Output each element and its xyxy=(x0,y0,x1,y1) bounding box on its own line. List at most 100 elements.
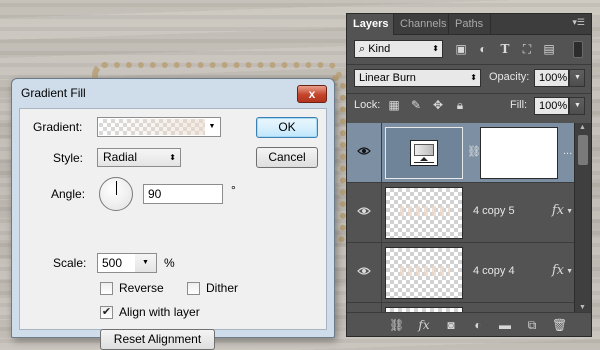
reset-alignment-button[interactable]: Reset Alignment xyxy=(100,329,215,350)
gradient-fill-icon xyxy=(410,140,438,166)
separator xyxy=(381,303,382,312)
dither-label: Dither xyxy=(206,281,239,295)
scroll-thumb[interactable] xyxy=(578,135,588,165)
fx-icon[interactable]: fx xyxy=(552,263,564,278)
lock-all-icon[interactable]: 🔒︎ xyxy=(453,98,467,112)
dialog-body: Gradient: ▼ OK Cancel Style: Radial ⬍ An… xyxy=(19,108,327,350)
filter-toggle[interactable] xyxy=(573,41,583,58)
style-select[interactable]: Radial ⬍ xyxy=(97,148,181,167)
filter-kind-select[interactable]: ⌕ Kind ⬍ xyxy=(354,40,443,58)
eye-icon[interactable] xyxy=(357,206,371,216)
chevron-down-icon[interactable]: ▼ xyxy=(135,253,157,273)
layer-row[interactable] xyxy=(347,303,574,312)
blend-mode-value: Linear Burn xyxy=(359,72,416,84)
fill-input[interactable]: 100% xyxy=(534,97,569,115)
chevron-down-icon[interactable]: ▼ xyxy=(205,119,219,135)
angle-dial[interactable] xyxy=(99,177,133,211)
separator xyxy=(381,123,382,182)
lock-image-icon[interactable]: ✎ xyxy=(409,98,423,112)
style-value: Radial xyxy=(103,150,138,164)
pixel-filter-icon[interactable]: ▣ xyxy=(454,42,468,56)
cancel-button[interactable]: Cancel xyxy=(256,147,318,168)
close-button[interactable]: x xyxy=(297,85,327,103)
panel-footer: ⛓ fx ◙ ◐ ▬ ⧉ 🗑︎ xyxy=(347,312,591,336)
trash-icon[interactable]: 🗑︎ xyxy=(552,318,567,332)
gradient-label: Gradient: xyxy=(33,120,83,134)
scroll-down-icon[interactable]: ▼ xyxy=(579,304,586,311)
angle-label: Angle: xyxy=(51,187,86,201)
fill-label: Fill: xyxy=(510,99,528,111)
gradient-picker[interactable]: ▼ xyxy=(97,117,221,137)
angle-input[interactable]: 90 xyxy=(143,184,223,204)
align-with-layer-checkbox[interactable]: ✔ xyxy=(100,306,113,319)
scroll-up-icon[interactable]: ▲ xyxy=(579,124,586,131)
panel-tabs: Layers Channels Paths ▾☰ xyxy=(347,14,591,35)
tab-channels[interactable]: Channels xyxy=(394,14,449,35)
lock-label: Lock: xyxy=(354,99,381,111)
separator xyxy=(381,243,382,302)
layers-list: ⛓ ... 4 copy 5 fx ▼ 4 copy 4 fx ▼ xyxy=(347,123,574,312)
separator xyxy=(381,183,382,242)
fx-icon[interactable]: fx xyxy=(417,318,431,332)
scale-unit: % xyxy=(164,256,175,270)
thumbnail-content xyxy=(400,266,450,276)
layers-panel: Layers Channels Paths ▾☰ ⌕ Kind ⬍ ▣ ◐ T … xyxy=(346,13,592,337)
style-label: Style: xyxy=(53,151,84,165)
reverse-checkbox[interactable] xyxy=(100,282,113,295)
fx-icon[interactable]: fx xyxy=(552,203,564,218)
new-layer-icon[interactable]: ⧉ xyxy=(525,318,539,332)
type-filter-icon[interactable]: T xyxy=(498,42,512,56)
layer-row[interactable]: ⛓ ... xyxy=(347,123,574,183)
blend-mode-select[interactable]: Linear Burn ⬍ xyxy=(354,69,481,87)
layer-row[interactable]: 4 copy 5 fx ▼ xyxy=(347,183,574,243)
angle-needle xyxy=(116,181,117,195)
gradient-fill-thumbnail[interactable] xyxy=(385,127,463,179)
gradient-fill-dialog: Gradient Fill x Gradient: ▼ OK Cancel St… xyxy=(11,78,335,350)
link-icon[interactable]: ⛓ xyxy=(467,145,481,159)
chevron-down-icon[interactable]: ▼ xyxy=(569,69,585,87)
scale-input[interactable]: 500 xyxy=(97,253,136,273)
layers-scrollbar[interactable]: ▲ ▼ xyxy=(574,123,591,312)
layer-row[interactable]: 4 copy 4 fx ▼ xyxy=(347,243,574,303)
tab-layers[interactable]: Layers xyxy=(347,14,394,35)
opacity-input[interactable]: 100% xyxy=(534,69,569,87)
dialog-titlebar[interactable]: Gradient Fill x xyxy=(12,79,334,108)
adjustment-layer-icon[interactable]: ◐ xyxy=(471,318,485,332)
adjustment-filter-icon[interactable]: ◐ xyxy=(476,42,490,56)
layer-name[interactable]: 4 copy 5 xyxy=(473,205,515,217)
layer-name[interactable]: 4 copy 4 xyxy=(473,265,515,277)
layer-thumbnail[interactable] xyxy=(385,187,463,239)
lock-position-icon[interactable]: ✥ xyxy=(431,98,445,112)
shape-filter-icon[interactable]: ⛶ xyxy=(520,42,534,56)
chevron-down-icon[interactable]: ▼ xyxy=(566,208,573,215)
chevron-down-icon[interactable]: ▼ xyxy=(569,97,585,115)
ok-button[interactable]: OK xyxy=(256,117,318,138)
reverse-label: Reverse xyxy=(119,281,164,295)
lock-transparent-icon[interactable]: ▦ xyxy=(387,98,401,112)
layer-mask-thumbnail[interactable] xyxy=(480,127,558,179)
layer-name-truncated: ... xyxy=(563,145,573,157)
separator xyxy=(347,64,591,65)
tab-paths[interactable]: Paths xyxy=(449,14,491,35)
align-with-layer-label: Align with layer xyxy=(119,305,200,319)
select-arrows-icon: ⬍ xyxy=(470,73,477,82)
layer-thumbnail[interactable] xyxy=(385,247,463,299)
scale-label: Scale: xyxy=(53,256,87,270)
gradient-preview[interactable] xyxy=(99,119,205,135)
gradient-bar xyxy=(414,144,434,156)
eye-icon[interactable] xyxy=(357,266,371,276)
eye-icon[interactable] xyxy=(357,146,371,156)
select-arrows-icon: ⬍ xyxy=(169,153,176,162)
search-icon: ⌕ xyxy=(359,43,369,55)
add-mask-icon[interactable]: ◙ xyxy=(444,318,458,332)
panel-menu-icon[interactable]: ▾☰ xyxy=(572,17,585,28)
link-layers-icon[interactable]: ⛓ xyxy=(389,318,404,332)
gradient-line xyxy=(414,162,434,163)
chevron-down-icon[interactable]: ▼ xyxy=(566,268,573,275)
group-folder-icon[interactable]: ▬ xyxy=(498,318,512,332)
smart-object-filter-icon[interactable]: ▤ xyxy=(542,42,556,56)
opacity-label: Opacity: xyxy=(489,71,530,83)
thumbnail-content xyxy=(400,206,450,216)
gradient-stop xyxy=(420,157,428,161)
dither-checkbox[interactable] xyxy=(187,282,200,295)
